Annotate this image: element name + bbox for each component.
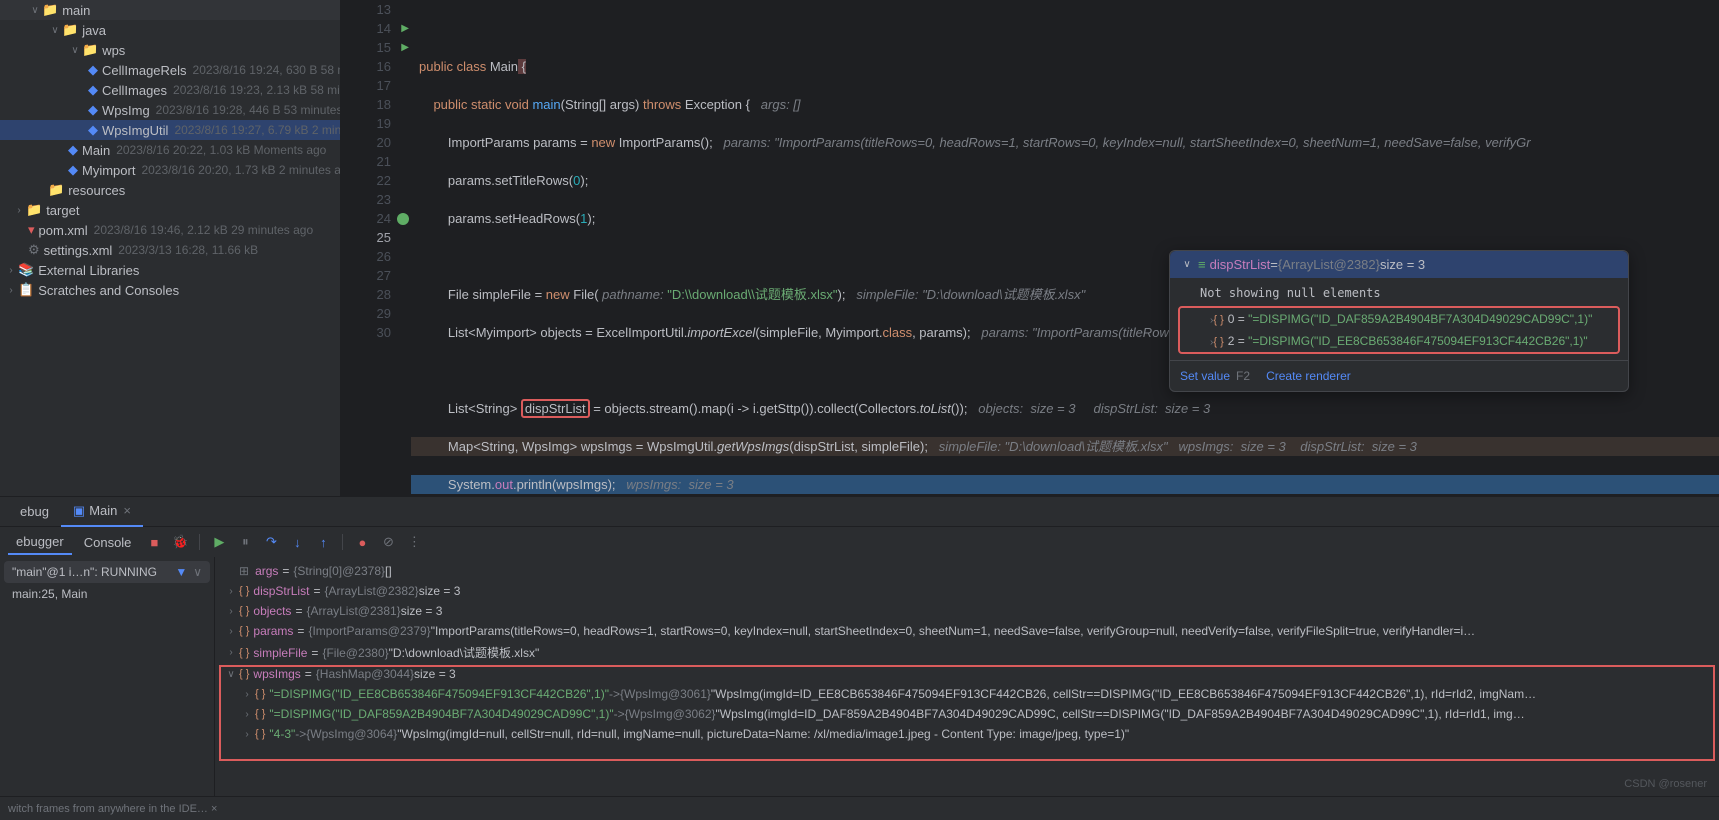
folder-label: java: [82, 23, 106, 38]
external-libraries[interactable]: ›📚External Libraries: [0, 260, 340, 280]
folder-wps[interactable]: ∨📁wps: [0, 40, 340, 60]
status-bar: witch frames from anywhere in the IDE… ×: [0, 796, 1719, 820]
more-icon[interactable]: ⋮: [403, 531, 425, 553]
debug-toolbar: ebugger Console ■ 🐞 ▶ ⏸ ↷ ↓ ↑ ● ⊘ ⋮: [0, 527, 1719, 557]
folder-label: target: [46, 203, 79, 218]
filter-icon[interactable]: ▼: [175, 565, 187, 579]
file-meta: 2023/8/16 20:20, 1.73 kB 2 minutes a: [141, 163, 340, 177]
popup-highlight-box: ›{ }0 = "=DISPIMG("ID_DAF859A2B4904BF7A3…: [1178, 306, 1620, 354]
debugger-subtab[interactable]: ebugger: [8, 530, 72, 555]
stop-icon[interactable]: ■: [143, 531, 165, 553]
file-wpsimg[interactable]: ◆WpsImg2023/8/16 19:28, 446 B 53 minutes: [0, 100, 340, 120]
var-wpsimgs-entry-2[interactable]: ›{ }"=DISPIMG("ID_DAF859A2B4904BF7A304D4…: [215, 704, 1719, 724]
var-wpsimgs-entry-1[interactable]: ›{ }"=DISPIMG("ID_EE8CB653846F475094EF91…: [215, 684, 1719, 704]
bug-icon[interactable]: 🐞: [169, 531, 191, 553]
file-label: CellImageRels: [102, 63, 187, 78]
f2-hint: F2: [1236, 369, 1250, 383]
file-label: CellImages: [102, 83, 167, 98]
file-main[interactable]: ◆Main2023/8/16 20:22, 1.03 kB Moments ag…: [0, 140, 340, 160]
file-label: Myimport: [82, 163, 135, 178]
main-tab[interactable]: ▣Main×: [61, 497, 143, 527]
folder-target[interactable]: ›📁target: [0, 200, 340, 220]
watermark: CSDN @rosener: [1624, 778, 1707, 790]
file-cellimagerels[interactable]: ◆CellImageRels2023/8/16 19:24, 630 B 58 …: [0, 60, 340, 80]
popup-var-name: dispStrList: [1210, 257, 1271, 272]
file-meta: 2023/3/13 16:28, 11.66 kB: [118, 243, 258, 257]
folder-resources[interactable]: 📁resources: [0, 180, 340, 200]
run-icon[interactable]: ▶: [401, 42, 409, 53]
close-icon[interactable]: ×: [123, 503, 131, 518]
popup-item-0[interactable]: ›{ }0 = "=DISPIMG("ID_DAF859A2B4904BF7A3…: [1180, 308, 1618, 330]
code-editor[interactable]: 13 14▶ 15▶ 16 17 18 19 20 21 22 23 24 25…: [341, 0, 1719, 496]
file-meta: 2023/8/16 19:28, 446 B 53 minutes: [156, 103, 341, 117]
thread-selector[interactable]: "main"@1 i…n": RUNNING ▼ ∨: [4, 561, 210, 583]
highlighted-variable: dispStrList: [521, 399, 590, 418]
code-content[interactable]: public class Main { public static void m…: [411, 0, 1719, 496]
file-label: WpsImgUtil: [102, 123, 168, 138]
var-args[interactable]: ⊞args={String[0]@2378} []: [215, 561, 1719, 581]
folder-label: main: [62, 3, 90, 18]
file-label: WpsImg: [102, 103, 150, 118]
debug-panel: ebug ▣Main× ebugger Console ■ 🐞 ▶ ⏸ ↷ ↓ …: [0, 496, 1719, 796]
step-over-icon[interactable]: ↷: [260, 531, 282, 553]
resume-icon[interactable]: ▶: [208, 531, 230, 553]
file-meta: 2023/8/16 19:23, 2.13 kB 58 min: [173, 83, 341, 97]
step-out-icon[interactable]: ↑: [312, 531, 334, 553]
status-text[interactable]: witch frames from anywhere in the IDE… ×: [8, 803, 217, 815]
scratches[interactable]: ›📋Scratches and Consoles: [0, 280, 340, 300]
folder-main[interactable]: ∨📁main: [0, 0, 340, 20]
file-pom[interactable]: ▾pom.xml2023/8/16 19:46, 2.12 kB 29 minu…: [0, 220, 340, 240]
var-objects[interactable]: ›{ }objects={ArrayList@2381} size = 3: [215, 601, 1719, 621]
popup-header: ∨ ≡ dispStrList = {ArrayList@2382} size …: [1170, 251, 1628, 278]
folder-label: External Libraries: [38, 263, 139, 278]
file-myimport[interactable]: ◆Myimport2023/8/16 20:20, 1.73 kB 2 minu…: [0, 160, 340, 180]
file-cellimages[interactable]: ◆CellImages2023/8/16 19:23, 2.13 kB 58 m…: [0, 80, 340, 100]
file-wpsimgutil[interactable]: ◆WpsImgUtil2023/8/16 19:27, 6.79 kB 2 mi…: [0, 120, 340, 140]
file-label: settings.xml: [44, 243, 113, 258]
step-into-icon[interactable]: ↓: [286, 531, 308, 553]
debug-tabs: ebug ▣Main×: [0, 497, 1719, 527]
breakpoint-icon[interactable]: [397, 213, 409, 225]
var-dispstrlist[interactable]: ›{ }dispStrList={ArrayList@2382} size = …: [215, 581, 1719, 601]
file-meta: 2023/8/16 20:22, 1.03 kB Moments ago: [116, 143, 326, 157]
var-wpsimgs-entry-3[interactable]: ›{ }"4-3" -> {WpsImg@3064} "WpsImg(imgId…: [215, 724, 1719, 744]
mute-icon[interactable]: ⊘: [377, 531, 399, 553]
file-meta: 2023/8/16 19:27, 6.79 kB 2 minu: [174, 123, 341, 137]
console-subtab[interactable]: Console: [76, 531, 140, 554]
run-icon[interactable]: ▶: [401, 23, 409, 34]
folder-label: Scratches and Consoles: [38, 283, 179, 298]
popup-not-showing: Not showing null elements: [1170, 282, 1628, 304]
debug-popup[interactable]: ∨ ≡ dispStrList = {ArrayList@2382} size …: [1169, 250, 1629, 392]
evaluate-icon[interactable]: ●: [351, 531, 373, 553]
var-wpsimgs[interactable]: ∨{ }wpsImgs={HashMap@3044} size = 3: [215, 664, 1719, 684]
var-simplefile[interactable]: ›{ }simpleFile={File@2380} "D:\download\…: [215, 641, 1719, 664]
file-meta: 2023/8/16 19:24, 630 B 58 min: [193, 63, 341, 77]
set-value-link[interactable]: Set value: [1180, 369, 1230, 383]
variables-panel: ⊞args={String[0]@2378} [] ›{ }dispStrLis…: [215, 557, 1719, 796]
gutter: 13 14▶ 15▶ 16 17 18 19 20 21 22 23 24 25…: [341, 0, 411, 342]
debug-tab[interactable]: ebug: [8, 498, 61, 525]
file-settings[interactable]: ⚙settings.xml2023/3/13 16:28, 11.66 kB: [0, 240, 340, 260]
pause-icon[interactable]: ⏸: [234, 531, 256, 553]
folder-label: resources: [68, 183, 125, 198]
create-renderer-link[interactable]: Create renderer: [1266, 369, 1351, 383]
folder-java[interactable]: ∨📁java: [0, 20, 340, 40]
file-label: pom.xml: [39, 223, 88, 238]
stack-frame[interactable]: main:25, Main: [4, 583, 210, 605]
popup-item-2[interactable]: ›{ }2 = "=DISPIMG("ID_EE8CB653846F475094…: [1180, 330, 1618, 352]
file-meta: 2023/8/16 19:46, 2.12 kB 29 minutes ago: [94, 223, 314, 237]
frames-panel: "main"@1 i…n": RUNNING ▼ ∨ main:25, Main: [0, 557, 215, 796]
project-tree[interactable]: ∨📁main ∨📁java ∨📁wps ◆CellImageRels2023/8…: [0, 0, 341, 496]
chevron-down-icon[interactable]: ∨: [193, 565, 202, 579]
folder-label: wps: [102, 43, 125, 58]
file-label: Main: [82, 143, 110, 158]
var-params[interactable]: ›{ }params={ImportParams@2379} "ImportPa…: [215, 621, 1719, 641]
